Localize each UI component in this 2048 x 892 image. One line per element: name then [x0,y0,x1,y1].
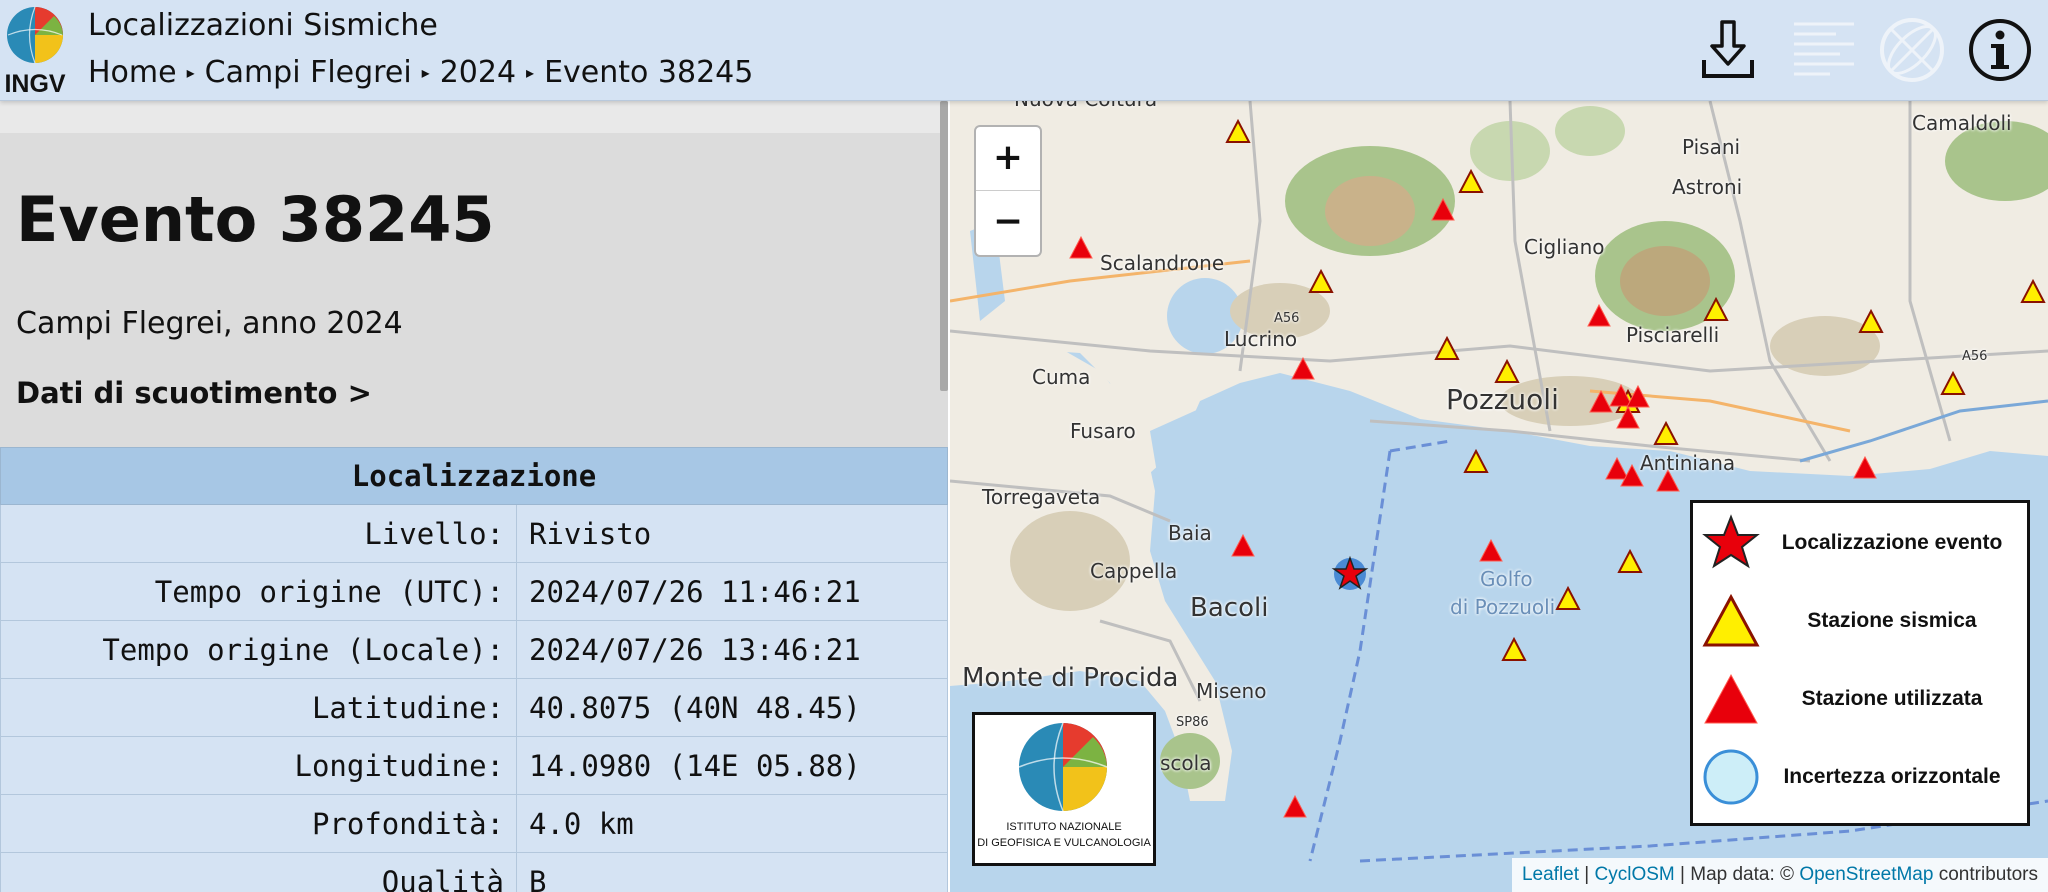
list-icon[interactable] [1790,16,1858,84]
place-label: Lucrino [1224,327,1298,351]
breadcrumb-separator-icon: ▸ [186,63,195,82]
place-label: Cappella [1090,559,1178,583]
leaflet-link[interactable]: Leaflet [1522,864,1579,885]
panel-top-band [0,101,948,133]
row-label: Tempo origine (Locale): [0,620,517,679]
circle-icon [1703,749,1759,805]
zoom-control: + − [974,125,1042,257]
table-row: Tempo origine (Locale): 2024/07/26 13:46:… [0,620,948,679]
legend-item: Incertezza orizzontale [1693,739,2027,815]
breadcrumb: Home ▸ Campi Flegrei ▸ 2024 ▸ Evento 382… [88,55,753,90]
app-header: INGV Localizzazioni Sismiche Home ▸ Camp… [0,0,2048,101]
table-row: Longitudine: 14.0980 (14E 05.88) [0,736,948,795]
legend-item: Stazione utilizzata [1693,661,2027,737]
event-title: Evento 38245 [16,183,495,256]
row-label: Tempo origine (UTC): [0,562,517,621]
star-icon [1702,514,1760,569]
shaking-data-link[interactable]: Dati di scuotimento > [16,376,372,410]
row-value: 2024/07/26 11:46:21 [516,562,948,621]
row-value: 40.8075 (40N 48.45) [516,678,948,737]
row-label: Livello: [0,504,517,563]
triangle-yellow-icon [1702,593,1760,647]
legend-item: Localizzazione evento [1693,505,2027,581]
ingv-badge: ISTITUTO NAZIONALE DI GEOFISICA E VULCAN… [972,712,1156,866]
logo-text: INGV [4,70,65,96]
place-label: Cuma [1032,365,1091,389]
place-label: Bacoli [1190,593,1269,623]
place-label: di Pozzuoli [1450,595,1556,619]
place-label: Baia [1168,521,1212,545]
place-label: Antiniana [1640,451,1736,475]
table-row: Latitudine: 40.8075 (40N 48.45) [0,678,948,737]
zoom-out-button[interactable]: − [976,190,1040,254]
table-row: Qualità B [0,852,948,892]
breadcrumb-separator-icon: ▸ [526,63,535,82]
location-table: Localizzazione Livello: Rivisto Tempo ori… [0,447,948,892]
place-label: Torregaveta [982,485,1101,509]
table-row: Livello: Rivisto [0,504,948,563]
legend-label: Localizzazione evento [1781,531,2003,554]
place-label: Cigliano [1524,235,1605,259]
table-header: Localizzazione [0,447,948,505]
cyclosm-link[interactable]: CyclOSM [1595,864,1675,885]
place-label: Monte di Procida [962,663,1179,693]
attribution-separator: | [1579,864,1595,885]
app-title: Localizzazioni Sismiche [88,8,438,43]
road-label: A56 [1274,311,1300,326]
place-label: Nuova Coltura [1014,101,1157,111]
place-label: Golfo [1480,567,1533,591]
ingv-logo[interactable]: INGV [4,4,66,98]
row-value: 14.0980 (14E 05.88) [516,736,948,795]
table-row: Profondità: 4.0 km [0,794,948,853]
map-attribution: Leaflet | CyclOSM | Map data: © OpenStre… [1511,858,2048,892]
map-view[interactable]: Nuova Coltura Scalandrone Cigliano Pisan… [950,101,2048,892]
breadcrumb-home[interactable]: Home [88,55,177,90]
ingv-globe-icon [1018,722,1108,812]
row-value: 2024/07/26 13:46:21 [516,620,948,679]
table-row: Tempo origine (UTC): 2024/07/26 11:46:21 [0,562,948,621]
event-panel: Evento 38245 Campi Flegrei, anno 2024 Da… [0,101,948,892]
legend-label: Stazione utilizzata [1801,687,1983,710]
legend-label: Stazione sismica [1807,609,1977,632]
download-icon[interactable] [1694,16,1762,84]
breadcrumb-event[interactable]: Evento 38245 [544,55,753,90]
place-label: scola [1160,751,1212,775]
panel-scrollbar[interactable] [940,101,948,391]
legend-item: Stazione sismica [1693,583,2027,659]
triangle-red-icon [1704,673,1758,724]
row-value: B [516,852,948,892]
road-label: SP86 [1176,715,1209,730]
zoom-in-button[interactable]: + [976,127,1040,190]
row-value: 4.0 km [516,794,948,853]
info-icon[interactable] [1966,16,2034,84]
place-label: Camaldoli [1912,111,2012,135]
breadcrumb-separator-icon: ▸ [421,63,430,82]
place-label: Pisani [1682,135,1741,159]
row-label: Qualità [0,852,517,892]
breadcrumb-year[interactable]: 2024 [440,55,516,90]
row-label: Latitudine: [0,678,517,737]
attribution-contributors: contributors [1933,864,2038,885]
breadcrumb-campi-flegrei[interactable]: Campi Flegrei [205,55,412,90]
badge-line-2: DI GEOFISICA E VULCANOLOGIA [977,837,1151,849]
row-label: Longitudine: [0,736,517,795]
event-subtitle: Campi Flegrei, anno 2024 [16,306,403,341]
place-label: Fusaro [1070,419,1136,443]
place-label: Pisciarelli [1626,323,1720,347]
badge-line-1: ISTITUTO NAZIONALE [1006,821,1122,833]
row-value: Rivisto [516,504,948,563]
globe-icon[interactable] [1878,16,1946,84]
road-label: A56 [1962,349,1988,364]
row-label: Profondità: [0,794,517,853]
place-label: Pozzuoli [1446,383,1559,416]
openstreetmap-link[interactable]: OpenStreetMap [1799,864,1933,885]
place-label: Astroni [1672,175,1743,199]
legend-label: Incertezza orizzontale [1783,765,2001,788]
attribution-mapdata: | Map data: © [1674,864,1800,885]
map-legend: Localizzazione evento Stazione sismica S… [1690,500,2030,826]
place-label: Miseno [1196,679,1267,703]
place-label: Scalandrone [1100,251,1225,275]
